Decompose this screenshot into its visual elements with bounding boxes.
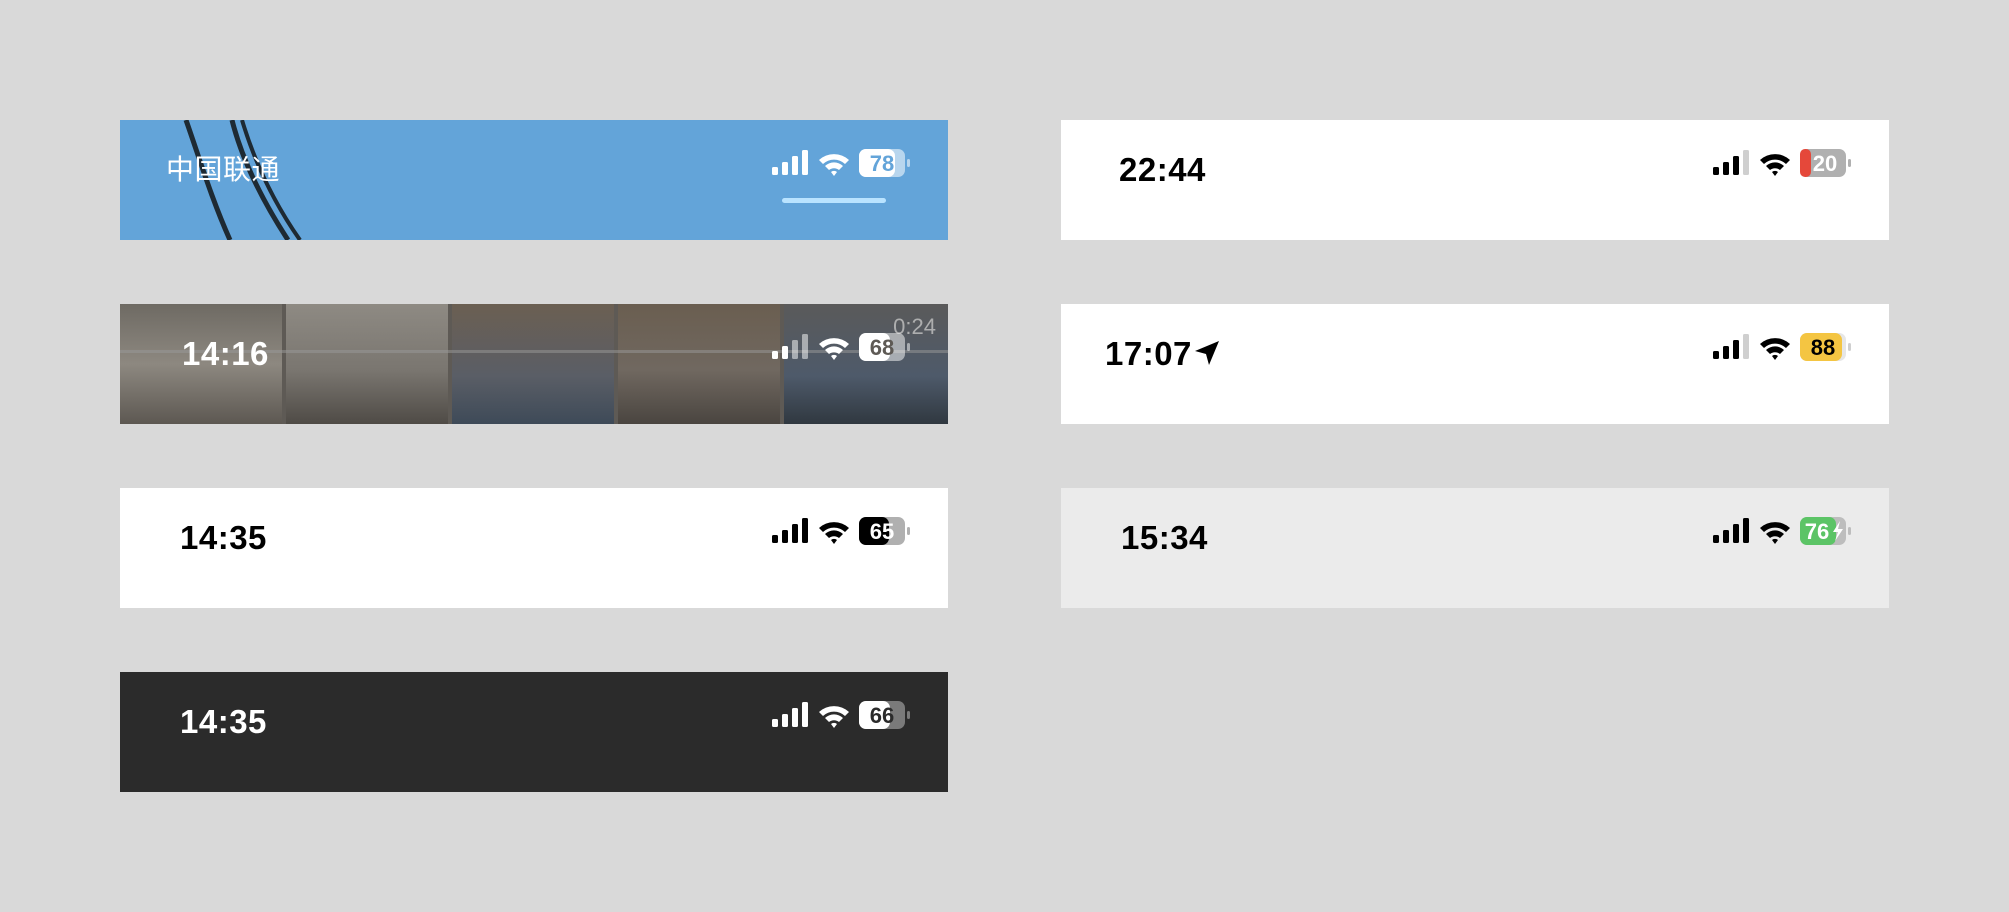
clock: 14:35 [180,703,267,740]
battery-percent: 20 [1813,151,1837,176]
photo-thumbnail [286,304,448,424]
battery-icon: 88 [1800,333,1851,361]
battery-percent: 76 [1805,519,1829,544]
status-bar-carrier: 中国联通 78 [120,120,948,240]
clock: 17:07 [1105,335,1192,372]
wifi-icon [1760,154,1790,176]
signal-icon [772,150,808,175]
status-bar-photos: 0:24 14:16 68 [120,304,948,424]
status-bar-white: 14:35 65 [120,488,948,608]
photo-thumbnail [618,304,780,424]
clock: 22:44 [1119,151,1206,188]
wifi-icon [819,154,849,176]
signal-icon [1713,518,1749,543]
battery-icon: 78 [859,149,910,177]
status-bar-charging: 15:34 76 [1061,488,1889,608]
battery-percent: 88 [1811,335,1835,360]
status-bar-low-power: 17:07 88 [1061,304,1889,424]
battery-icon: 66 [859,701,910,729]
clock: 14:35 [180,519,267,556]
signal-icon [772,702,808,727]
wifi-icon [819,706,849,728]
photo-thumbnail [452,304,614,424]
signal-icon [1713,150,1749,175]
signal-icon [772,518,808,543]
wifi-icon [1760,522,1790,544]
battery-icon: 68 [859,333,910,361]
wifi-icon [819,338,849,360]
battery-percent: 68 [870,335,894,360]
wifi-icon [1760,338,1790,360]
battery-icon: 65 [859,517,910,545]
signal-icon [1713,334,1749,359]
status-bar-dark: 14:35 66 [120,672,948,792]
carrier-label: 中国联通 [166,154,281,185]
signal-icon [772,334,808,359]
clock: 15:34 [1121,519,1208,556]
status-bar-low-battery: 22:44 20 [1061,120,1889,240]
location-arrow-icon [1195,341,1219,365]
clock: 14:16 [182,335,269,372]
wifi-icon [819,522,849,544]
battery-percent: 66 [870,703,894,728]
battery-icon: 20 [1800,149,1851,177]
battery-percent: 78 [870,151,894,176]
battery-percent: 65 [870,519,894,544]
home-indicator [782,198,886,203]
battery-icon: 76 [1800,517,1851,545]
